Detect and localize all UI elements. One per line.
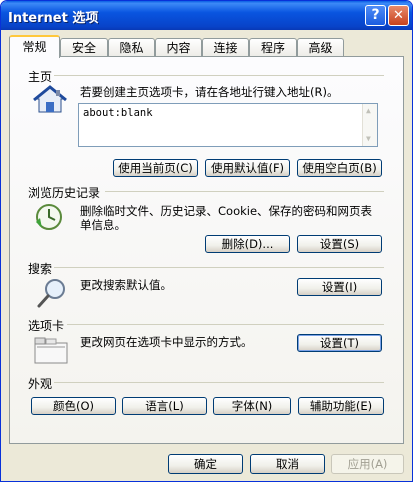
search-settings-button[interactable]: 设置(I) (297, 278, 382, 296)
tabs-icon (34, 337, 68, 364)
appearance-group-title: 外观 (28, 377, 53, 391)
apply-button[interactable]: 应用(A) (331, 454, 404, 474)
tabs-description: 更改网页在选项卡中显示的方式。 (80, 335, 253, 349)
use-default-button[interactable]: 使用默认值(F) (205, 159, 290, 177)
tabs-settings-button[interactable]: 设置(T) (297, 334, 382, 352)
history-clock-icon (36, 204, 62, 230)
homepage-address-input[interactable]: about:blank ▲ ▼ (78, 103, 378, 147)
search-group-title: 搜索 (28, 262, 53, 276)
house-icon (33, 85, 67, 113)
address-scrollbar[interactable]: ▲ ▼ (362, 104, 377, 146)
tabs-divider (67, 324, 384, 325)
history-settings-button[interactable]: 设置(S) (297, 235, 382, 253)
tabs-group-title: 选项卡 (28, 319, 65, 333)
homepage-address-value: about:blank (83, 107, 153, 119)
use-blank-button[interactable]: 使用空白页(B) (297, 159, 382, 177)
appearance-divider (54, 382, 384, 383)
history-group-title: 浏览历史记录 (28, 186, 101, 200)
scroll-up-icon: ▲ (366, 106, 371, 115)
colors-button[interactable]: 颜色(O) (31, 397, 116, 415)
search-description: 更改搜索默认值。 (80, 278, 172, 292)
homepage-description: 若要创建主页选项卡，请在各地址行键入地址(R)。 (80, 85, 339, 99)
accessibility-button[interactable]: 辅助功能(E) (298, 397, 384, 415)
cancel-button[interactable]: 取消 (250, 454, 325, 474)
homepage-divider (54, 75, 384, 76)
ok-button[interactable]: 确定 (168, 454, 243, 474)
history-divider (105, 191, 384, 192)
panel-content: 主页 若要创建主页选项卡，请在各地址行键入地址(R)。 about:blank … (1, 1, 412, 481)
delete-history-button[interactable]: 删除(D)... (205, 235, 290, 253)
internet-options-dialog: Internet 选项 ? ✕ 常规 安全 隐私 内容 连接 程序 高级 主页 … (0, 0, 413, 482)
history-description: 删除临时文件、历史记录、Cookie、保存的密码和网页表单信息。 (80, 204, 373, 232)
fonts-button[interactable]: 字体(N) (213, 397, 291, 415)
homepage-group-title: 主页 (28, 70, 53, 84)
use-current-button[interactable]: 使用当前页(C) (113, 159, 198, 177)
magnifier-icon (37, 279, 65, 308)
languages-button[interactable]: 语言(L) (122, 397, 207, 415)
scroll-down-icon: ▼ (366, 134, 371, 143)
search-divider (54, 267, 384, 268)
